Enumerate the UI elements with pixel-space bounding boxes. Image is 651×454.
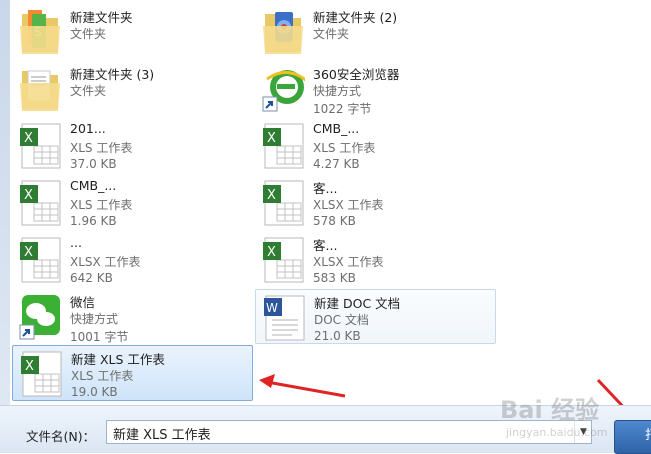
file-type: DOC 文档 xyxy=(314,313,369,327)
file-item-folder-2[interactable]: 新建文件夹 (2) 文件夹 xyxy=(255,4,493,58)
file-type: 文件夹 xyxy=(70,84,107,98)
file-type: 快捷方式 xyxy=(313,84,362,98)
file-name: ... xyxy=(70,235,82,250)
browser-shortcut-icon xyxy=(262,70,305,112)
wechat-shortcut-icon xyxy=(19,295,60,340)
svg-text:W: W xyxy=(266,301,278,315)
folder-icon xyxy=(20,70,60,111)
file-name: 新建文件夹 xyxy=(70,10,133,25)
file-item-xls-2[interactable]: X CMB_... XLS 工作表 4.27 KB xyxy=(255,118,493,172)
file-name: 微信 xyxy=(70,295,96,310)
file-type: XLS 工作表 xyxy=(313,141,376,155)
file-type: XLSX 工作表 xyxy=(70,255,141,269)
excel-file-icon: X xyxy=(20,237,61,283)
excel-file-icon: X xyxy=(263,237,304,283)
filename-label: 文件名(N)： xyxy=(26,429,96,444)
file-type: XLS 工作表 xyxy=(70,198,133,212)
file-item-xls-1[interactable]: X 201... XLS 工作表 37.0 KB xyxy=(12,118,250,172)
file-size: 1.96 KB xyxy=(70,214,117,228)
file-type: XLSX 工作表 xyxy=(313,255,384,269)
file-size: 37.0 KB xyxy=(70,157,117,171)
file-name: 客... xyxy=(313,238,338,253)
file-type: XLS 工作表 xyxy=(71,369,134,383)
file-type: 文件夹 xyxy=(70,27,107,41)
file-size: 4.27 KB xyxy=(313,157,360,171)
file-item-xlsx-2[interactable]: X ... XLSX 工作表 642 KB xyxy=(12,232,250,286)
file-item-xlsx-1[interactable]: X 客... XLSX 工作表 578 KB xyxy=(255,175,493,229)
file-name: 客... xyxy=(313,181,338,196)
excel-file-icon: X xyxy=(21,351,62,397)
annotation-arrow-left xyxy=(259,374,346,398)
file-item-new-xls-selected[interactable]: X 新建 XLS 工作表 XLS 工作表 19.0 KB xyxy=(12,345,253,401)
file-name: 新建文件夹 (2) xyxy=(313,10,398,25)
file-item-xlsx-3[interactable]: X 客... XLSX 工作表 583 KB xyxy=(255,232,493,286)
svg-text:X: X xyxy=(25,359,34,374)
file-name: CMB_... xyxy=(70,178,117,193)
file-name: 新建 XLS 工作表 xyxy=(71,352,165,367)
file-size: 578 KB xyxy=(313,214,356,228)
file-type: 文件夹 xyxy=(313,27,350,41)
file-size: 1001 字节 xyxy=(70,330,129,344)
word-file-icon: W xyxy=(264,295,305,341)
excel-file-icon: X xyxy=(20,123,61,169)
file-size: 1022 字节 xyxy=(313,102,372,116)
file-size: 583 KB xyxy=(313,271,356,285)
svg-text:X: X xyxy=(267,188,276,203)
file-item-doc[interactable]: W 新建 DOC 文档 DOC 文档 21.0 KB xyxy=(255,289,496,344)
file-size: 21.0 KB xyxy=(314,329,361,343)
navigation-pane-edge xyxy=(0,0,10,405)
svg-text:X: X xyxy=(24,131,33,146)
excel-file-icon: X xyxy=(263,180,304,226)
watermark-url: jingyan.baidu.com xyxy=(506,426,608,439)
file-item-folder-1[interactable]: S 新建文件夹 文件夹 xyxy=(12,4,250,58)
svg-text:X: X xyxy=(24,245,33,260)
file-name: CMB_... xyxy=(313,121,360,136)
excel-file-icon: X xyxy=(20,180,61,226)
file-list[interactable]: S 新建文件夹 文件夹 新建文件夹 (2) 文件夹 新建文件夹 (3) 文件夹 xyxy=(10,0,651,405)
file-type: 快捷方式 xyxy=(70,312,119,326)
file-item-folder-3[interactable]: 新建文件夹 (3) 文件夹 xyxy=(12,61,250,115)
file-name: 201... xyxy=(70,121,106,136)
svg-text:X: X xyxy=(24,188,33,203)
file-name: 360安全浏览器 xyxy=(313,67,400,82)
folder-icon: S xyxy=(20,10,60,54)
watermark-brand: Bai 经验 xyxy=(500,396,600,424)
file-size: 19.0 KB xyxy=(71,385,118,399)
file-name: 新建文件夹 (3) xyxy=(70,67,155,82)
excel-file-icon: X xyxy=(263,123,304,169)
file-type: XLSX 工作表 xyxy=(313,198,384,212)
file-item-wechat[interactable]: 微信 快捷方式 1001 字节 xyxy=(12,289,250,344)
svg-text:X: X xyxy=(267,245,276,260)
file-type: XLS 工作表 xyxy=(70,141,133,155)
watermark-logo: Bai 经验 jingyan.baidu.com xyxy=(500,390,640,450)
svg-text:X: X xyxy=(267,131,276,146)
file-size: 642 KB xyxy=(70,271,113,285)
file-item-xls-3[interactable]: X CMB_... XLS 工作表 1.96 KB xyxy=(12,175,250,229)
file-name: 新建 DOC 文档 xyxy=(314,296,401,311)
file-item-360-browser[interactable]: 360安全浏览器 快捷方式 1022 字节 xyxy=(255,61,493,116)
folder-icon xyxy=(263,12,303,54)
